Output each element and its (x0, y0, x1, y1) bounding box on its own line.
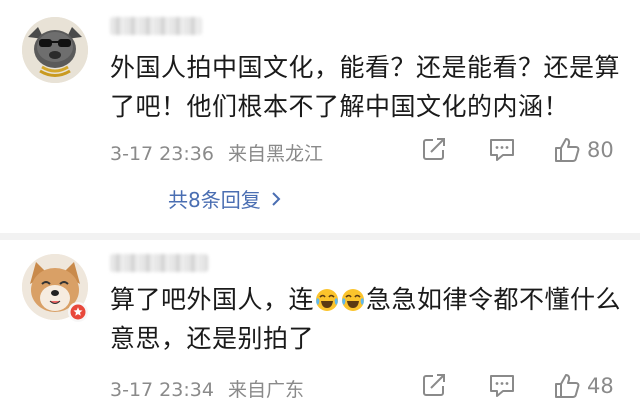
username-blurred[interactable] (110, 17, 202, 35)
comment-text: 外国人拍中国文化，能看？还是能看？还是算了吧！他们根本不了解中国文化的内涵！ (110, 53, 621, 121)
comment-meta: 3-17 23:34 来自广东 (110, 375, 304, 402)
like-count: 80 (587, 138, 614, 162)
comment-divider (0, 233, 640, 240)
dog-avatar-icon (22, 17, 88, 83)
laugh-cry-icon (342, 289, 365, 311)
reply-button[interactable] (488, 372, 516, 398)
like-button[interactable]: 80 (553, 136, 614, 164)
comment-item: 算了吧外国人，连 急急如律令都不懂什么意思，还是别拍了 3-17 23:34 来自… (0, 240, 640, 401)
share-icon (423, 138, 445, 160)
view-replies-link[interactable]: 共8条回复 (168, 184, 281, 213)
comment-icon (490, 139, 514, 161)
comment-date: 3-17 23:36 (110, 143, 214, 165)
comment-text: 算了吧外国人，连 急急如律令都不懂什么意思，还是别拍了 (110, 280, 626, 358)
comment-meta: 3-17 23:36 来自黑龙江 (110, 139, 323, 166)
thumbs-up-icon (555, 374, 580, 398)
share-button[interactable] (421, 136, 447, 162)
comment-icon (490, 375, 514, 397)
thumbs-up-icon (555, 138, 580, 162)
username-blurred[interactable] (110, 254, 208, 272)
comment-location: 来自黑龙江 (227, 143, 323, 165)
replies-label: 共8条回复 (168, 188, 261, 212)
comment-date: 3-17 23:34 (110, 379, 214, 401)
like-count: 48 (587, 374, 614, 398)
comment-item: 外国人拍中国文化，能看？还是能看？还是算了吧！他们根本不了解中国文化的内涵！ 3… (0, 0, 640, 232)
reply-button[interactable] (488, 136, 516, 162)
verified-badge (68, 302, 88, 322)
badge-icon (70, 304, 86, 320)
chevron-right-icon (271, 191, 281, 207)
like-button[interactable]: 48 (553, 372, 614, 400)
share-button[interactable] (421, 372, 447, 398)
share-icon (423, 374, 445, 396)
comment-text-part: 算了吧外国人，连 (110, 285, 315, 314)
avatar[interactable] (22, 17, 88, 83)
comment-location: 来自广东 (227, 379, 304, 401)
laugh-cry-icon (316, 289, 339, 311)
